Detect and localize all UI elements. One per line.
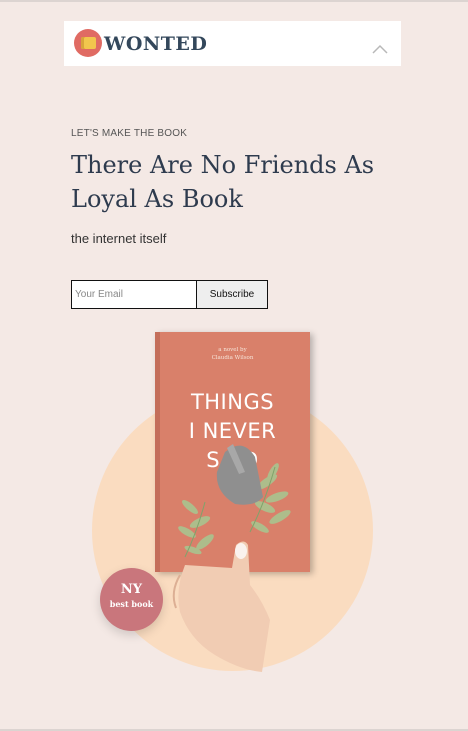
chevron-up-icon[interactable] — [371, 43, 389, 55]
hero-title-line-2: Loyal As Book — [71, 185, 243, 213]
badge-small-text: best book — [109, 599, 154, 609]
site-header: WONTED — [64, 21, 401, 66]
hero-title-line-1: There Are No Friends As — [71, 151, 375, 179]
hero-eyebrow: LET'S MAKE THE BOOK — [71, 128, 188, 139]
badge-big-text: NY — [120, 582, 143, 597]
book-cover: a novel by Claudia Wilson THINGS I NEVER… — [155, 332, 310, 572]
subscribe-form: Subscribe — [71, 280, 268, 310]
hero-title: There Are No Friends As Loyal As Book — [71, 148, 391, 216]
top-border — [0, 0, 468, 2]
best-book-badge: NY best book — [100, 568, 163, 631]
email-input[interactable] — [71, 280, 197, 309]
book-logo-mark — [81, 37, 96, 49]
logo-icon[interactable] — [74, 29, 102, 57]
subscribe-button[interactable]: Subscribe — [197, 280, 268, 309]
hero-subtitle: the internet itself — [71, 231, 167, 246]
brand-name[interactable]: WONTED — [104, 33, 207, 55]
leaf-decoration-icon — [178, 444, 291, 558]
